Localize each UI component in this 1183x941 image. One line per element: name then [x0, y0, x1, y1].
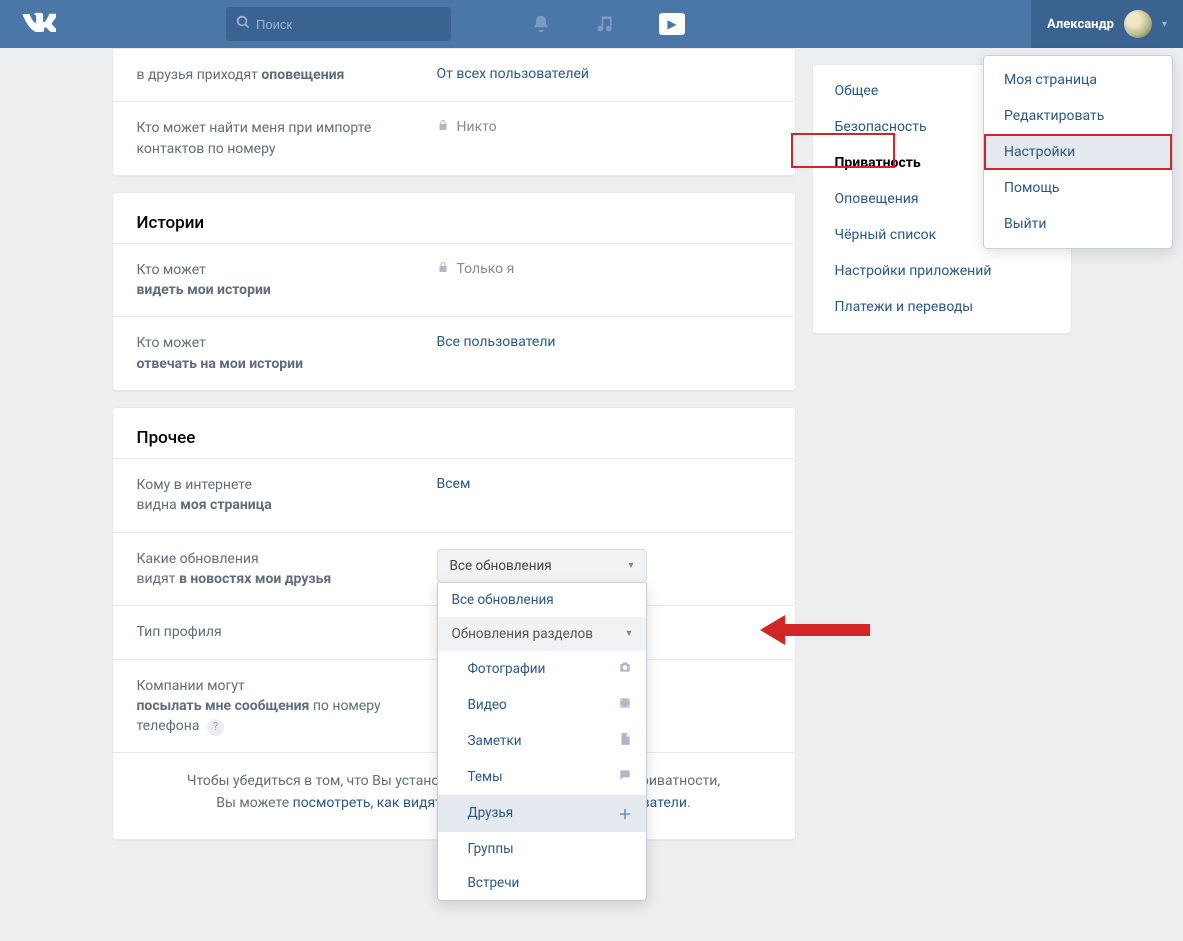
row-value: Всем: [437, 475, 471, 492]
dropdown-option-groups[interactable]: Группы: [438, 832, 646, 866]
main-column: в друзья приходят оповещения От всех пол…: [112, 48, 796, 856]
user-menu-my-page[interactable]: Моя страница: [984, 62, 1172, 98]
avatar: [1124, 10, 1152, 38]
panel-title: Прочее: [113, 408, 795, 458]
row-value: От всех пользователей: [437, 65, 589, 82]
row-see-stories[interactable]: Кто можетвидеть мои истории Только я: [113, 243, 795, 317]
header-icons: ▶: [531, 13, 685, 35]
chat-icon: [618, 768, 632, 786]
row-page-visibility[interactable]: Кому в интернетевидна моя страница Всем: [113, 458, 795, 532]
dropdown-option-topics[interactable]: Темы: [438, 759, 646, 795]
user-menu-settings[interactable]: Настройки: [984, 134, 1172, 170]
film-icon: [618, 696, 632, 714]
panel-contacts: в друзья приходят оповещения От всех пол…: [112, 48, 796, 176]
updates-dropdown[interactable]: Все обновления ▾ Все обновления Обновлен…: [437, 549, 647, 583]
help-icon[interactable]: ?: [207, 719, 224, 736]
lock-icon: [437, 261, 449, 277]
user-menu-help[interactable]: Помощь: [984, 170, 1172, 206]
notifications-icon[interactable]: [531, 14, 551, 34]
dropdown-option-events[interactable]: Встречи: [438, 866, 646, 900]
row-value: Никто: [437, 118, 497, 135]
header: ▶ Александр ▾: [0, 0, 1183, 48]
sidebar-item-apps[interactable]: Настройки приложений: [813, 253, 1071, 289]
row-label: Тип профиля: [137, 622, 437, 642]
row-value: Только я: [437, 260, 515, 277]
note-icon: [618, 732, 632, 750]
search-box[interactable]: [226, 7, 451, 41]
panel-title: Истории: [113, 193, 795, 243]
dropdown-option-photos[interactable]: Фотографии: [438, 651, 646, 687]
chevron-down-icon: ▾: [628, 560, 633, 571]
dropdown-menu: Все обновления Обновления разделов ▾ Фот…: [437, 583, 647, 901]
chevron-down-icon: ▾: [626, 628, 631, 639]
user-dropdown: Моя страница Редактировать Настройки Пом…: [983, 55, 1173, 249]
vk-logo[interactable]: [22, 10, 56, 38]
search-input[interactable]: [256, 17, 441, 32]
dropdown-option-friends[interactable]: Друзья ＋: [438, 795, 646, 832]
user-menu-edit[interactable]: Редактировать: [984, 98, 1172, 134]
plus-icon: ＋: [618, 804, 631, 823]
row-value: Все пользователи: [437, 333, 556, 350]
dropdown-selected: Все обновления: [450, 558, 552, 574]
camera-icon: [618, 660, 632, 678]
panel-stories: Истории Кто можетвидеть мои истории Толь…: [112, 192, 796, 391]
user-name: Александр: [1047, 17, 1114, 32]
dropdown-option-notes[interactable]: Заметки: [438, 723, 646, 759]
panel-other: Прочее Кому в интернетевидна моя страниц…: [112, 407, 796, 840]
page: в друзья приходят оповещения От всех пол…: [112, 48, 1072, 856]
row-news-updates: Какие обновлениявидят в новостях мои дру…: [113, 532, 795, 606]
sidebar-item-payments[interactable]: Платежи и переводы: [813, 289, 1071, 325]
row-label: Кто можетотвечать на мои истории: [137, 333, 437, 374]
search-icon: [236, 15, 250, 33]
lock-icon: [437, 119, 449, 135]
row-label: Компании могутпосылать мне сообщения по …: [137, 676, 437, 737]
row-label: Кто может найти меня при импорте контакт…: [137, 118, 437, 159]
row-label: в друзья приходят оповещения: [137, 65, 437, 85]
row-label: Какие обновлениявидят в новостях мои дру…: [137, 549, 437, 590]
dropdown-option-video[interactable]: Видео: [438, 687, 646, 723]
chevron-down-icon: ▾: [1162, 19, 1167, 30]
row-import-contacts[interactable]: Кто может найти меня при импорте контакт…: [113, 101, 795, 175]
dropdown-option-all[interactable]: Все обновления: [438, 583, 646, 617]
row-label: Кому в интернетевидна моя страница: [137, 475, 437, 516]
row-reply-stories[interactable]: Кто можетотвечать на мои истории Все пол…: [113, 316, 795, 390]
music-icon[interactable]: [595, 14, 615, 34]
dropdown-button[interactable]: Все обновления ▾: [437, 549, 647, 583]
user-menu-logout[interactable]: Выйти: [984, 206, 1172, 242]
row-label: Кто можетвидеть мои истории: [137, 260, 437, 301]
user-menu-trigger[interactable]: Александр ▾: [1031, 0, 1183, 48]
video-icon[interactable]: ▶: [659, 13, 685, 35]
row-friend-notify[interactable]: в друзья приходят оповещения От всех пол…: [113, 49, 795, 101]
dropdown-section-header[interactable]: Обновления разделов ▾: [438, 617, 646, 651]
